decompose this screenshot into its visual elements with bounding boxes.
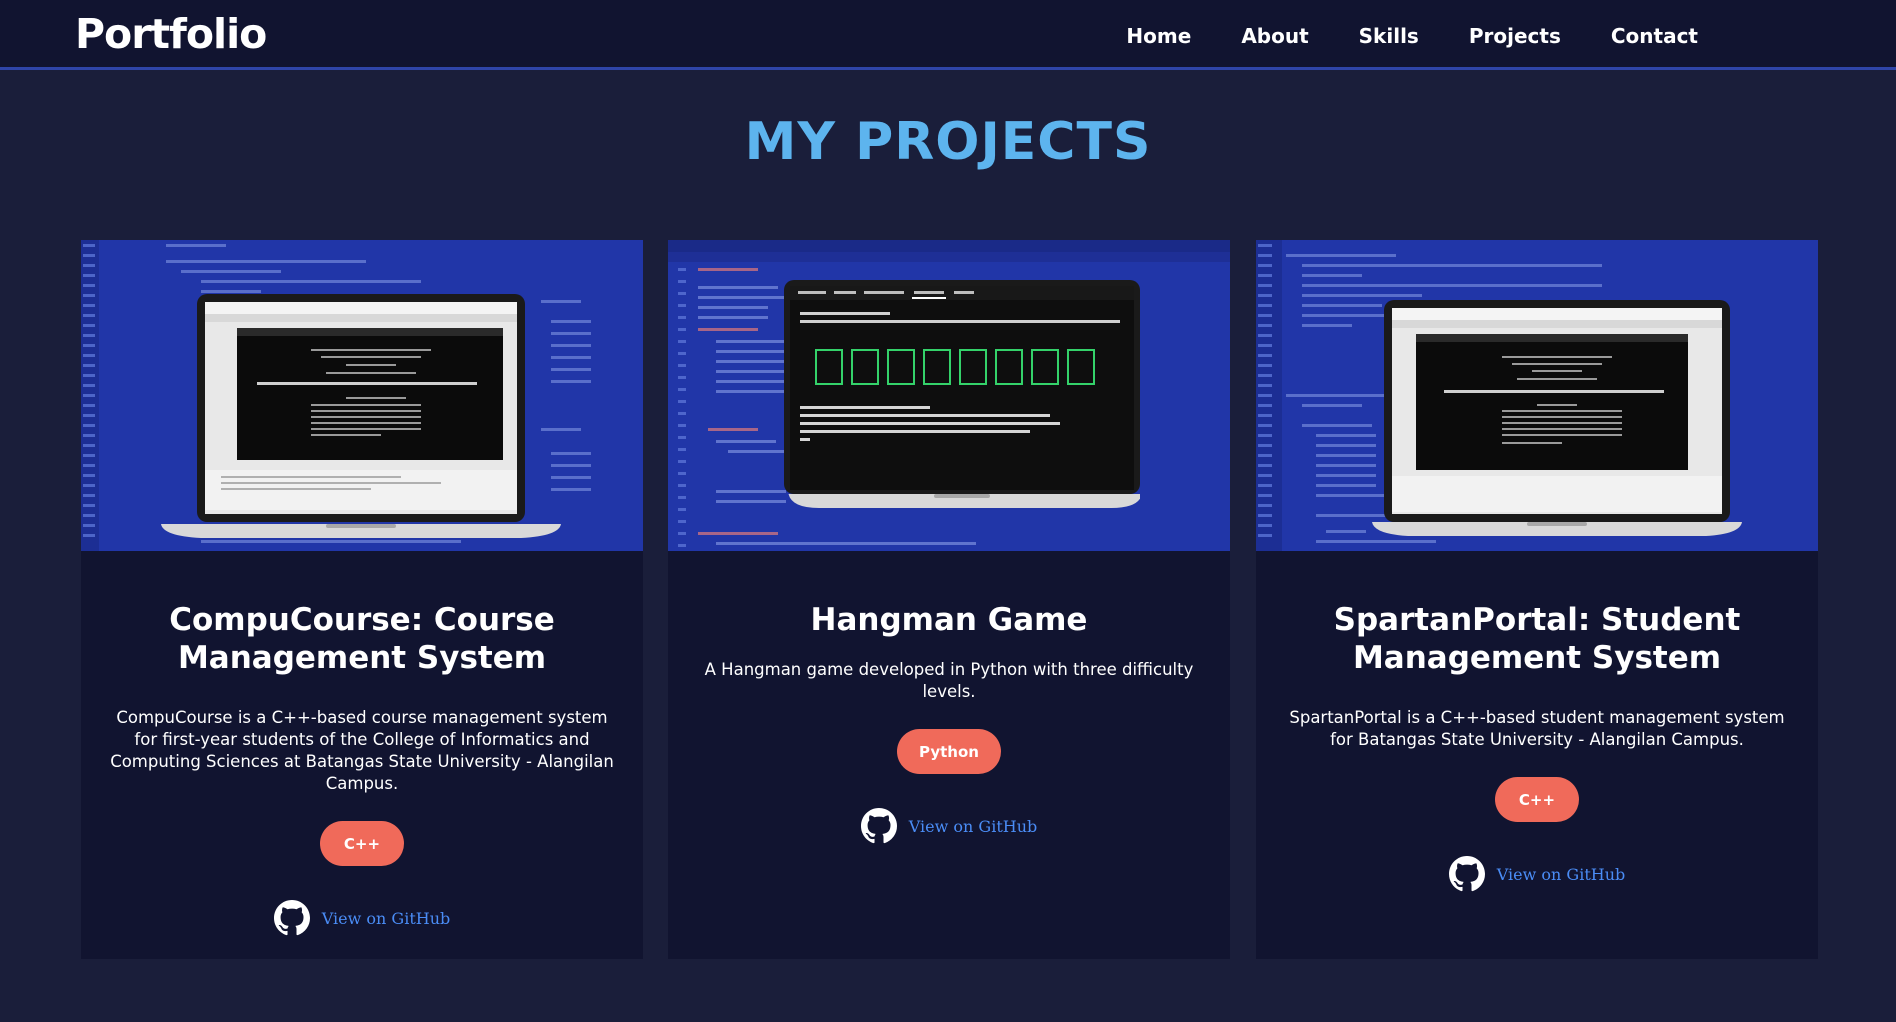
project-thumbnail [668,240,1230,551]
project-description: SpartanPortal is a C++-based student man… [1289,708,1785,749]
project-card-hangman: Hangman Game A Hangman game developed in… [668,240,1230,959]
project-card-spartanportal: SpartanPortal: Student Management System… [1256,240,1818,959]
nav-projects[interactable]: Projects [1469,24,1561,48]
github-link[interactable]: View on GitHub [668,808,1230,844]
github-link[interactable]: View on GitHub [1256,856,1818,892]
nav-links: Home About Skills Projects Contact [1126,24,1698,48]
project-description: A Hangman game developed in Python with … [704,660,1194,701]
laptop-mockup [1372,300,1742,536]
projects-grid: CompuCourse: Course Management System Co… [81,240,1819,959]
laptop-mockup [784,280,1140,508]
laptop-mockup [161,294,561,538]
nav-skills[interactable]: Skills [1359,24,1419,48]
brand-logo[interactable]: Portfolio [75,10,267,58]
project-card-compucourse: CompuCourse: Course Management System Co… [81,240,643,959]
navbar: Portfolio Home About Skills Projects Con… [0,0,1896,70]
project-title: SpartanPortal: Student Management System [1333,602,1741,676]
project-title: CompuCourse: Course Management System [169,602,555,676]
project-thumbnail [1256,240,1818,551]
nav-home[interactable]: Home [1126,24,1191,48]
github-link-label: View on GitHub [321,908,451,928]
nav-about[interactable]: About [1241,24,1308,48]
github-link-label: View on GitHub [908,816,1038,836]
github-icon [860,808,897,844]
github-link[interactable]: View on GitHub [81,900,643,936]
tech-tag-python[interactable]: Python [897,729,1001,774]
github-icon [273,900,310,936]
tech-tag-cpp[interactable]: C++ [320,821,404,866]
section-title: MY PROJECTS [744,112,1152,172]
nav-contact[interactable]: Contact [1611,24,1698,48]
github-icon [1448,856,1485,892]
project-title: Hangman Game [810,602,1088,638]
project-thumbnail [81,240,643,551]
project-description: CompuCourse is a C++-based course manage… [110,708,614,793]
github-link-label: View on GitHub [1496,864,1626,884]
tech-tag-cpp[interactable]: C++ [1495,777,1579,822]
